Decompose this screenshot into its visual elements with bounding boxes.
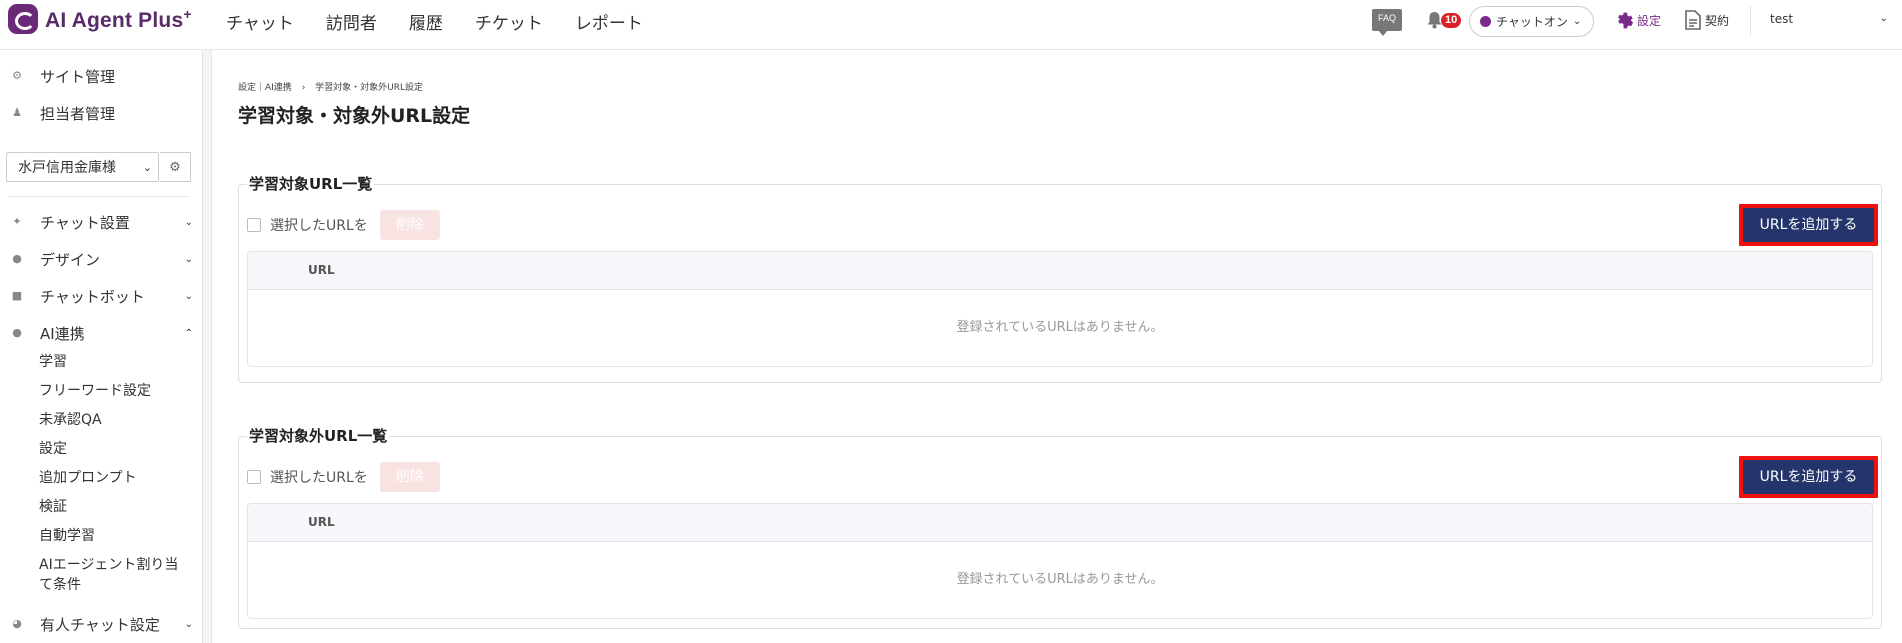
page-title: 学習対象・対象外URL設定: [238, 105, 471, 127]
sidebar-item-label: チャットボット: [40, 287, 145, 306]
site-select-value: 水戸信用金庫様: [18, 160, 116, 176]
sidebar-sub-ai-agent-assignment[interactable]: AIエージェント割り当て条件: [39, 555, 189, 595]
sidebar-sub-additional-prompt[interactable]: 追加プロンプト: [39, 468, 189, 488]
nav-reports[interactable]: レポート: [575, 9, 643, 34]
document-icon: [1685, 10, 1701, 30]
sidebar: ⚙ サイト管理 ♟ 担当者管理 水戸信用金庫様 ⌄ ⚙ ✦ チャット設置 ⌄ ●…: [0, 50, 203, 643]
bulk-action-row: 選択したURLを 削除: [247, 462, 440, 492]
faq-label: FAQ: [1377, 13, 1396, 23]
nav-tickets[interactable]: チケット: [475, 9, 543, 34]
top-header: AI Agent Plus+ チャット 訪問者 履歴 チケット レポート FAQ…: [0, 0, 1902, 50]
user-menu[interactable]: test ⌄: [1770, 12, 1888, 26]
empty-state-text: 登録されているURLはありません。: [956, 572, 1164, 587]
sidebar-sub-auto-learning[interactable]: 自動学習: [39, 526, 189, 546]
sidebar-item-label: デザイン: [40, 250, 101, 269]
panel-legend: 学習対象外URL一覧: [247, 425, 390, 446]
empty-state-text: 登録されているURLはありません。: [956, 320, 1164, 335]
nav-chat[interactable]: チャット: [226, 9, 294, 34]
sidebar-item-label: AI連携: [40, 324, 85, 343]
chevron-down-icon: ⌄: [142, 160, 152, 174]
contract-link[interactable]: 契約: [1684, 10, 1729, 30]
sidebar-item-chat-install[interactable]: ✦ チャット設置 ⌄: [0, 208, 203, 236]
learning-target-url-panel: 学習対象URL一覧 選択したURLを 削除 URLを追加する URL 登録されて…: [238, 173, 1882, 383]
column-header-url[interactable]: URL: [308, 515, 335, 529]
select-label: 選択したURLを: [270, 218, 368, 234]
sidebar-item-ai-integration[interactable]: ● AI連携 ⌃: [0, 319, 203, 347]
chat-status-dropdown[interactable]: チャットオン ⌄: [1469, 6, 1594, 37]
breadcrumb-link[interactable]: 設定｜AI連携: [238, 83, 292, 93]
sidebar-item-staff-management[interactable]: ♟ 担当者管理: [0, 99, 203, 127]
tools-icon: ✦: [12, 215, 22, 228]
sidebar-sub-freeword[interactable]: フリーワード設定: [39, 381, 189, 401]
bulk-action-row: 選択したURLを 削除: [247, 210, 440, 240]
sidebar-sub-unapproved-qa[interactable]: 未承認QA: [39, 410, 189, 430]
app-logo[interactable]: AI Agent Plus+: [8, 4, 192, 34]
add-url-button[interactable]: URLを追加する: [1743, 460, 1874, 494]
contract-label: 契約: [1705, 13, 1730, 28]
select-all-checkbox[interactable]: [247, 218, 261, 232]
chevron-up-icon: ⌃: [184, 327, 193, 339]
sidebar-item-label: サイト管理: [40, 67, 116, 86]
faq-icon[interactable]: FAQ: [1372, 9, 1402, 36]
sidebar-item-label: チャット設置: [40, 213, 130, 232]
site-select[interactable]: 水戸信用金庫様 ⌄: [6, 152, 159, 182]
sidebar-item-label: 担当者管理: [40, 104, 116, 123]
table-header: URL: [248, 252, 1872, 290]
chevron-down-icon: ⌄: [184, 216, 193, 228]
sidebar-item-live-chat-settings[interactable]: ◕ 有人チャット設定 ⌄: [0, 610, 203, 638]
site-settings-gear-icon[interactable]: ⚙: [160, 152, 191, 182]
learning-excluded-url-panel: 学習対象外URL一覧 選択したURLを 削除 URLを追加する URL 登録され…: [238, 425, 1882, 629]
main-nav: チャット 訪問者 履歴 チケット レポート: [226, 9, 675, 34]
delete-button[interactable]: 削除: [379, 210, 440, 240]
sidebar-item-chatbot[interactable]: ■ チャットボット ⌄: [0, 282, 203, 310]
chevron-down-icon: ⌄: [184, 253, 193, 265]
sidebar-sub-settings[interactable]: 設定: [39, 439, 189, 459]
chevron-down-icon: ⌄: [184, 618, 193, 630]
table-header: URL: [248, 504, 1872, 542]
sidebar-divider: [8, 196, 188, 197]
gear-icon: ⚙: [12, 69, 22, 82]
chevron-down-icon: ⌄: [184, 290, 193, 302]
add-url-button-highlight: URLを追加する: [1739, 204, 1878, 246]
select-all-checkbox[interactable]: [247, 470, 261, 484]
url-table: URL 登録されているURLはありません。: [247, 503, 1873, 619]
chat-icon: ■: [11, 289, 23, 302]
users-icon: ♟: [12, 106, 22, 119]
add-url-button[interactable]: URLを追加する: [1743, 208, 1874, 242]
delete-button[interactable]: 削除: [379, 462, 440, 492]
add-url-button-highlight: URLを追加する: [1739, 456, 1878, 498]
column-header-url[interactable]: URL: [308, 263, 335, 277]
ai-icon: ●: [12, 326, 22, 339]
logo-mark-icon: [8, 4, 38, 34]
chat-status-label: チャットオン: [1496, 15, 1568, 29]
breadcrumb-current: 学習対象・対象外URL設定: [315, 83, 424, 93]
sidebar-sub-verification[interactable]: 検証: [39, 497, 189, 517]
breadcrumb: 設定｜AI連携 › 学習対象・対象外URL設定: [238, 80, 423, 93]
breadcrumb-separator: ›: [301, 83, 306, 93]
user-name: test: [1770, 12, 1794, 26]
nav-history[interactable]: 履歴: [409, 9, 443, 34]
sidebar-item-site-management[interactable]: ⚙ サイト管理: [0, 62, 203, 90]
url-table: URL 登録されているURLはありません。: [247, 251, 1873, 367]
chevron-down-icon: ⌄: [1572, 16, 1582, 27]
status-dot-icon: [1480, 16, 1491, 27]
select-label: 選択したURLを: [270, 470, 368, 486]
sidebar-scroll-gutter[interactable]: [203, 50, 212, 643]
header-divider: [1750, 6, 1751, 36]
settings-link[interactable]: 設定: [1614, 10, 1661, 31]
panel-legend: 学習対象URL一覧: [247, 173, 375, 194]
gear-icon: [1618, 12, 1633, 29]
settings-label: 設定: [1637, 14, 1662, 28]
nav-visitors[interactable]: 訪問者: [326, 9, 377, 34]
chevron-down-icon: ⌄: [1879, 13, 1888, 24]
sidebar-sub-learning[interactable]: 学習: [39, 352, 189, 372]
notification-badge: 10: [1441, 13, 1462, 28]
sidebar-item-design[interactable]: ● デザイン ⌄: [0, 245, 203, 273]
headset-icon: ◕: [12, 617, 22, 630]
sidebar-item-label: 有人チャット設定: [40, 615, 160, 634]
logo-text: AI Agent Plus+: [45, 5, 192, 32]
palette-icon: ●: [12, 252, 22, 265]
